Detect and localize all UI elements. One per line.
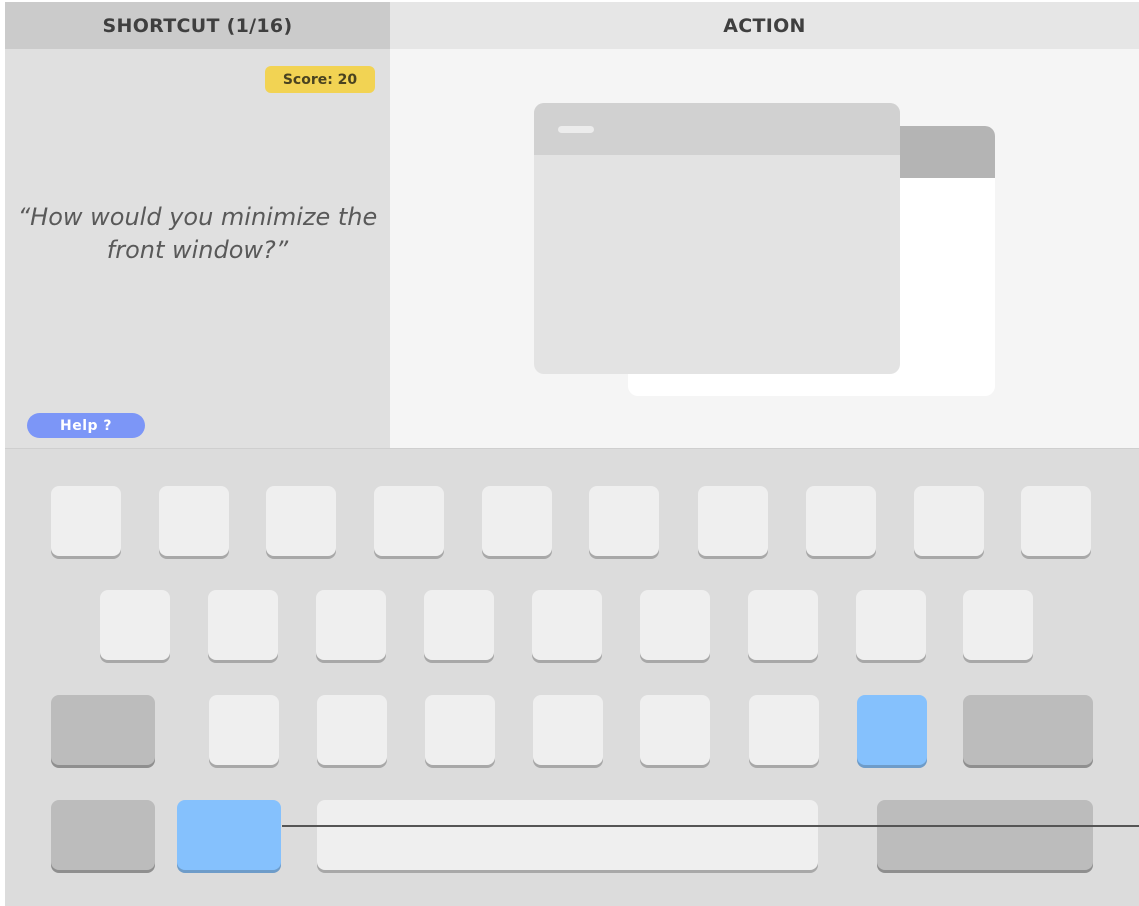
keyboard-key[interactable] (749, 695, 819, 765)
keyboard-key[interactable] (963, 590, 1033, 660)
keyboard-key[interactable] (425, 695, 495, 765)
command-left-key[interactable] (177, 800, 281, 870)
m-key[interactable] (857, 695, 927, 765)
keyboard-key[interactable] (209, 695, 279, 765)
question-panel: Score: 20 “How would you minimize the fr… (5, 49, 390, 448)
shift-left-key[interactable] (51, 695, 155, 765)
pointer-line (282, 825, 1139, 827)
shift-right-key[interactable] (963, 695, 1093, 765)
question-text: “How would you minimize the front window… (17, 203, 378, 264)
keyboard-key[interactable] (159, 486, 229, 556)
window-title-pill (558, 126, 594, 133)
keyboard-key[interactable] (640, 590, 710, 660)
keyboard-key[interactable] (317, 695, 387, 765)
app-frame: SHORTCUT (1/16) ACTION Score: 20 “How wo… (5, 2, 1139, 906)
front-window-titlebar (534, 103, 900, 155)
keyboard-key[interactable] (806, 486, 876, 556)
action-panel (390, 49, 1139, 448)
keyboard-key[interactable] (316, 590, 386, 660)
keyboard-key[interactable] (533, 695, 603, 765)
keyboard-key[interactable] (51, 486, 121, 556)
keyboard-key[interactable] (589, 486, 659, 556)
action-header: ACTION (390, 2, 1139, 49)
keyboard-key[interactable] (698, 486, 768, 556)
keyboard-key[interactable] (856, 590, 926, 660)
score-badge: Score: 20 (265, 66, 375, 93)
keyboard-key[interactable] (748, 590, 818, 660)
keyboard-key[interactable] (424, 590, 494, 660)
help-button[interactable]: Help ? (27, 413, 145, 438)
control-key[interactable] (51, 800, 155, 870)
keyboard-key[interactable] (374, 486, 444, 556)
keyboard-key[interactable] (482, 486, 552, 556)
shortcut-header: SHORTCUT (1/16) (5, 2, 390, 49)
spacebar-key[interactable] (317, 800, 818, 870)
front-window-illustration (534, 103, 900, 374)
keyboard (5, 448, 1139, 906)
keyboard-key[interactable] (208, 590, 278, 660)
keyboard-key[interactable] (266, 486, 336, 556)
keyboard-key[interactable] (914, 486, 984, 556)
keyboard-key[interactable] (100, 590, 170, 660)
keyboard-key[interactable] (640, 695, 710, 765)
command-right-key[interactable] (877, 800, 1093, 870)
keyboard-key[interactable] (532, 590, 602, 660)
keyboard-key[interactable] (1021, 486, 1091, 556)
